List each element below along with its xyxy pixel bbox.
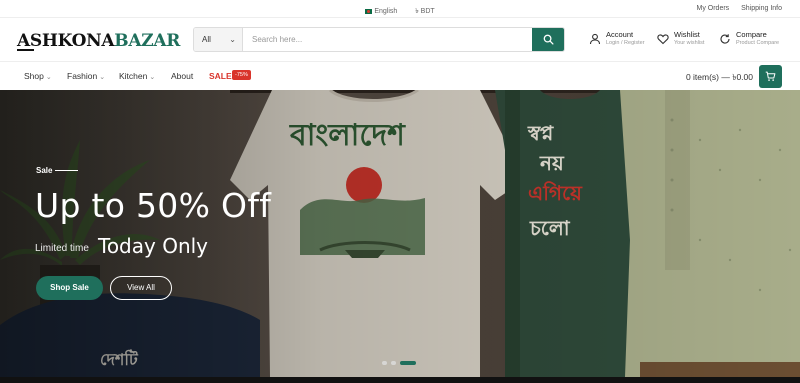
wishlist-title: Wishlist (674, 30, 700, 39)
cart-summary[interactable]: 0 item(s) — ৳0.00 (686, 71, 753, 85)
language-selector[interactable]: English (365, 8, 397, 15)
main-nav: Shop ⌄ Fashion ⌄ Kitchen ⌄ About SALE -75% … (0, 62, 800, 90)
compare-subtitle: Product Compare (736, 40, 780, 46)
hero-title: Up to 50% Off (35, 186, 272, 225)
search-input[interactable] (243, 28, 532, 51)
search-button[interactable] (532, 28, 564, 51)
search-icon (543, 34, 554, 45)
chevron-down-icon: ⌄ (229, 35, 236, 44)
nav-item-fashion[interactable]: Fashion ⌄ (67, 71, 105, 81)
site-logo[interactable]: ASHKONABAZAR (17, 31, 180, 51)
bangladesh-flag-icon (365, 8, 373, 14)
shop-sale-button[interactable]: Shop Sale (36, 276, 103, 300)
hero-tag-line (55, 170, 78, 171)
account-title: Account (606, 30, 634, 39)
wishlist-link[interactable]: Wishlist Your wishlist (657, 30, 704, 46)
account-link[interactable]: Account Login / Register (589, 30, 645, 46)
search-bar: All ⌄ (193, 27, 565, 52)
user-icon (589, 33, 601, 45)
hero-today-text: Today Only (98, 234, 209, 258)
shipping-info-link[interactable]: Shipping Info (741, 5, 782, 12)
carousel-dot-active[interactable] (400, 361, 416, 365)
hero-limited-text: Limited time (35, 243, 89, 254)
hero-bottom-strip (0, 377, 800, 383)
header: ASHKONABAZAR All ⌄ Account Login / Regis… (0, 18, 800, 62)
compare-icon (720, 34, 730, 44)
cart-icon (765, 71, 776, 81)
account-subtitle: Login / Register (606, 40, 645, 46)
sale-discount-badge: -75% (232, 70, 251, 80)
wishlist-subtitle: Your wishlist (674, 40, 705, 46)
nav-item-kitchen[interactable]: Kitchen ⌄ (119, 71, 155, 81)
logo-text-secondary: BAZAR (114, 31, 181, 51)
top-bar: English ৳ BDT My Orders Shipping Info (0, 0, 800, 18)
chevron-down-icon: ⌄ (149, 74, 156, 81)
cart-button[interactable] (759, 65, 782, 88)
carousel-dot[interactable] (391, 361, 396, 365)
nav-item-shop[interactable]: Shop ⌄ (24, 71, 52, 81)
logo-underline (17, 49, 34, 51)
nav-item-sale[interactable]: SALE (209, 71, 232, 81)
carousel-dots (382, 361, 420, 365)
currency-selector[interactable]: ৳ BDT (415, 8, 434, 15)
view-all-button[interactable]: View All (110, 276, 172, 300)
compare-title: Compare (736, 30, 767, 39)
search-category-select[interactable]: All ⌄ (194, 28, 243, 51)
nav-item-about[interactable]: About (171, 71, 193, 81)
carousel-dot[interactable] (382, 361, 387, 365)
my-orders-link[interactable]: My Orders (697, 5, 730, 12)
hero-banner: বাংলাদেশ স্বপ্ন নয় এগিয়ে চলো দেশটি Sal… (0, 90, 800, 377)
chevron-down-icon: ⌄ (99, 74, 106, 81)
heart-icon (657, 34, 669, 45)
chevron-down-icon: ⌄ (45, 74, 52, 81)
search-category-value: All (202, 35, 211, 44)
logo-text-primary: ASHKONA (17, 31, 115, 51)
hero-tag: Sale (36, 166, 53, 175)
compare-link[interactable]: Compare Product Compare (719, 30, 779, 46)
